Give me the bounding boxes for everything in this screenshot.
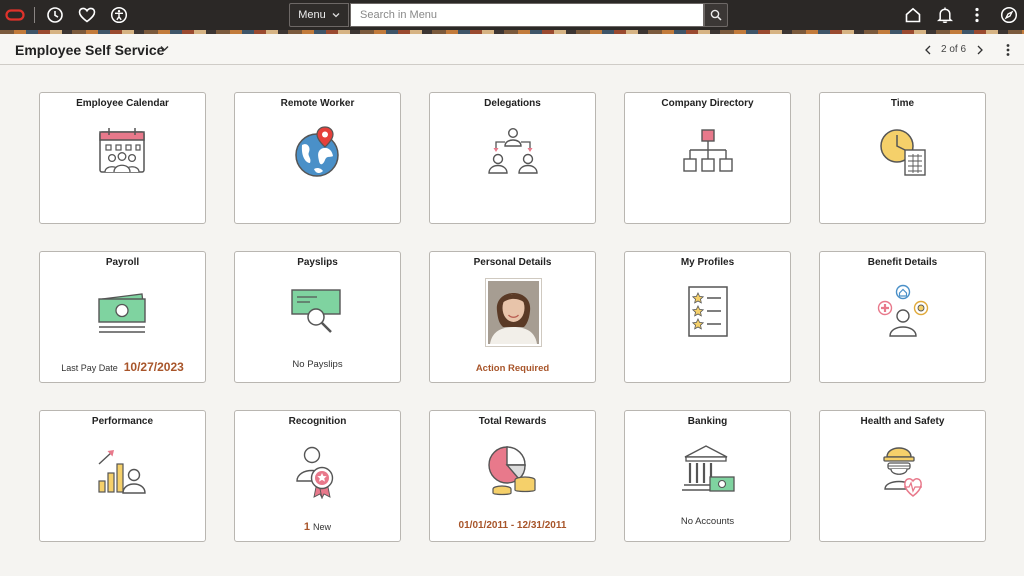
recent-history-icon[interactable] <box>44 4 66 26</box>
page-title[interactable]: Employee Self Service <box>15 42 164 58</box>
bank-money-icon <box>681 445 735 492</box>
tile-time[interactable]: Time <box>819 92 986 224</box>
chevron-down-icon <box>332 13 340 18</box>
total-rewards-footer: 01/01/2011 - 12/31/2011 <box>430 520 595 531</box>
clock-timesheet-icon <box>879 129 926 176</box>
rewards-date-range: 01/01/2011 - 12/31/2011 <box>458 520 567 531</box>
pie-coins-icon <box>487 446 536 496</box>
search-icon <box>710 9 722 21</box>
award-person-icon <box>295 446 333 499</box>
search-button[interactable] <box>704 3 728 27</box>
calendar-people-icon <box>98 128 145 173</box>
tile-grid: Employee Calendar Remote Worker Delegati… <box>39 92 986 542</box>
menu-dropdown-button[interactable]: Menu <box>289 3 349 27</box>
tile-health-and-safety[interactable]: Health and Safety <box>819 410 986 542</box>
oracle-logo-icon[interactable] <box>4 4 26 26</box>
tile-title: Company Directory <box>661 98 754 109</box>
notifications-bell-icon[interactable] <box>934 4 956 26</box>
next-page-button[interactable] <box>974 43 986 57</box>
chevron-down-icon[interactable] <box>160 45 169 52</box>
search-menu-input[interactable] <box>350 3 704 27</box>
menu-button-label: Menu <box>298 9 326 21</box>
banking-status: No Accounts <box>680 516 735 527</box>
tile-title: Payroll <box>105 257 140 268</box>
chevron-right-icon <box>977 45 983 55</box>
tile-title: Health and Safety <box>860 416 945 427</box>
actions-kebab-icon[interactable] <box>966 4 988 26</box>
tile-title: Personal Details <box>473 257 552 268</box>
tile-total-rewards[interactable]: Total Rewards 01/01/2011 - 12/31/2011 <box>429 410 596 542</box>
tile-payroll[interactable]: Payroll Last Pay Date 10/27/2023 <box>39 251 206 383</box>
tile-title: Employee Calendar <box>76 98 169 109</box>
action-required-text: Action Required <box>475 363 550 374</box>
hardhat-health-icon <box>882 447 922 497</box>
tile-delegations[interactable]: Delegations <box>429 92 596 224</box>
accessibility-icon[interactable] <box>108 4 130 26</box>
tile-title: Delegations <box>484 98 541 109</box>
tile-title: Payslips <box>297 257 338 268</box>
tile-title: Recognition <box>288 416 347 427</box>
tile-title: Banking <box>687 416 728 427</box>
new-recognition-count: 1 <box>303 521 311 533</box>
new-label: New <box>313 522 332 532</box>
tile-banking[interactable]: Banking No Accounts <box>624 410 791 542</box>
home-icon[interactable] <box>902 4 924 26</box>
benefits-person-icon <box>877 284 928 337</box>
check-magnifier-icon <box>290 289 341 333</box>
tile-payslips[interactable]: Payslips No Payslips <box>234 251 401 383</box>
navigator-compass-icon[interactable] <box>998 4 1020 26</box>
recognition-footer: 1 New <box>235 521 400 533</box>
tile-title: My Profiles <box>680 257 735 268</box>
last-pay-date-value: 10/27/2023 <box>123 360 184 374</box>
last-pay-date-label: Last Pay Date <box>61 363 118 373</box>
favorites-heart-icon[interactable] <box>76 4 98 26</box>
tile-title: Remote Worker <box>280 98 355 109</box>
tile-personal-details[interactable]: Personal Details Action Required <box>429 251 596 383</box>
money-stack-icon <box>97 293 146 333</box>
star-checklist-icon <box>687 286 728 337</box>
tile-performance[interactable]: Performance <box>39 410 206 542</box>
page-counter: 2 of 6 <box>941 44 967 55</box>
previous-page-button[interactable] <box>922 43 934 57</box>
topbar-divider <box>34 7 35 23</box>
page-actions-kebab-icon[interactable] <box>1002 42 1014 58</box>
tile-title: Total Rewards <box>478 416 547 427</box>
tile-employee-calendar[interactable]: Employee Calendar <box>39 92 206 224</box>
tile-company-directory[interactable]: Company Directory <box>624 92 791 224</box>
top-navigation-bar: Menu <box>0 0 1024 30</box>
org-chart-icon <box>682 129 733 172</box>
tile-my-profiles[interactable]: My Profiles <box>624 251 791 383</box>
growth-chart-person-icon <box>97 450 146 494</box>
globe-pin-icon <box>294 126 339 177</box>
tile-benefit-details[interactable]: Benefit Details <box>819 251 986 383</box>
profile-photo <box>485 278 542 347</box>
payslips-status: No Payslips <box>292 359 343 370</box>
chevron-left-icon <box>925 45 931 55</box>
personal-details-status: Action Required <box>430 363 595 374</box>
page-header: Employee Self Service 2 of 6 <box>0 34 1024 65</box>
tile-title: Benefit Details <box>867 257 938 268</box>
tile-recognition[interactable]: Recognition 1 New <box>234 410 401 542</box>
tile-remote-worker[interactable]: Remote Worker <box>234 92 401 224</box>
tile-title: Performance <box>91 416 154 427</box>
delegation-people-icon <box>487 127 538 174</box>
tile-title: Time <box>890 98 915 109</box>
payroll-footer: Last Pay Date 10/27/2023 <box>40 360 205 374</box>
